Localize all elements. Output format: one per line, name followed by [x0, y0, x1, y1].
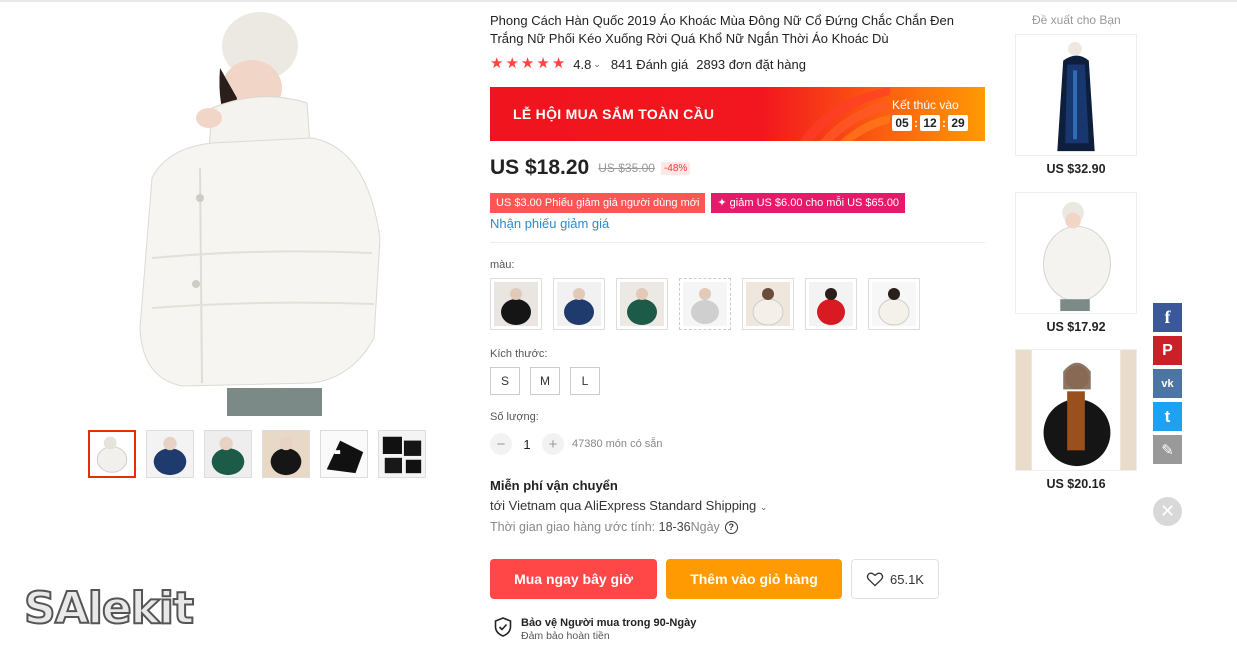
thumbnail-1[interactable] [88, 430, 136, 478]
original-price: US $35.00 [598, 161, 655, 175]
vk-icon[interactable]: vk [1153, 369, 1182, 398]
quantity-value[interactable]: 1 [512, 437, 542, 452]
recommendation-card[interactable]: US $32.90 [1015, 34, 1137, 176]
quantity-plus-button[interactable]: + [542, 433, 564, 455]
delivery-time-unit: Ngày [690, 520, 720, 534]
protection-text: Bảo vệ Người mua trong 90-Ngày Đảm bảo h… [521, 617, 696, 643]
recommendation-price: US $17.92 [1046, 320, 1106, 334]
shield-icon [494, 617, 512, 637]
countdown-timer: 05 : 12 : 29 [892, 115, 968, 131]
chevron-down-icon[interactable]: ⌄ [593, 59, 601, 70]
star-icon: ★ [505, 55, 519, 72]
wishlist-button[interactable]: 65.1K [851, 559, 939, 599]
thumbnail-5[interactable] [320, 430, 368, 478]
shipping-title: Miễn phí vận chuyển [490, 478, 618, 493]
buyer-protection: Bảo vệ Người mua trong 90-Ngày Đảm bảo h… [494, 617, 696, 643]
size-option-s[interactable]: S [490, 367, 520, 395]
rating-stars: ★ ★ ★ ★ ★ [490, 56, 565, 72]
recommendation-image[interactable] [1015, 34, 1137, 156]
reviews-count[interactable]: 841 Đánh giá [611, 57, 688, 72]
delivery-time: Thời gian giao hàng ước tính: 18-36 Ngày … [490, 520, 738, 534]
get-coupons-link[interactable]: Nhận phiếu giảm giá [490, 216, 609, 231]
banner-ends-label: Kết thúc vào [892, 98, 959, 112]
color-option-white-beige[interactable] [742, 278, 794, 330]
thumbnail-3[interactable] [204, 430, 252, 478]
shipping-method[interactable]: tới Vietnam qua AliExpress Standard Ship… [490, 498, 767, 513]
size-options: S M L [490, 367, 600, 395]
add-to-cart-button[interactable]: Thêm vào giỏ hàng [666, 559, 842, 599]
banner-title: LỄ HỘI MUA SẮM TOÀN CẦU [513, 106, 715, 122]
quantity-stepper: − 1 + 47380 món có sẵn [490, 433, 663, 455]
edit-icon[interactable]: ✎ [1153, 435, 1182, 464]
countdown-seconds: 29 [948, 115, 968, 131]
coupon-row: US $3.00 Phiếu giảm giá người dùng mới ✦… [490, 193, 906, 213]
color-option-cream[interactable] [868, 278, 920, 330]
thumbnail-4[interactable] [262, 430, 310, 478]
delivery-time-value: 18-36 [658, 520, 691, 534]
recommendation-price: US $32.90 [1046, 162, 1106, 176]
discount-badge: -48% [660, 161, 691, 175]
wishlist-count: 65.1K [890, 571, 924, 587]
delivery-time-label: Thời gian giao hàng ước tính: [490, 520, 656, 534]
current-price: US $18.20 [490, 156, 590, 179]
recommendations-title: Đề xuất cho Bạn [1032, 13, 1121, 27]
top-divider [0, 0, 1237, 2]
recommendation-price: US $20.16 [1046, 477, 1106, 491]
color-option-red[interactable] [805, 278, 857, 330]
color-option-black[interactable] [490, 278, 542, 330]
quantity-minus-button[interactable]: − [490, 433, 512, 455]
orders-count: 2893 đơn đặt hàng [696, 56, 806, 72]
divider [490, 242, 985, 243]
color-label: màu: [490, 259, 515, 271]
pinterest-icon[interactable]: P [1153, 336, 1182, 365]
star-icon: ★ [551, 55, 566, 72]
countdown-separator: : [942, 116, 946, 130]
recommendation-image[interactable] [1015, 349, 1137, 471]
price-row: US $18.20 US $35.00 -48% [490, 156, 691, 180]
star-icon: ★ [490, 55, 504, 72]
thumbnail-2[interactable] [146, 430, 194, 478]
new-user-coupon[interactable]: US $3.00 Phiếu giảm giá người dùng mới [490, 193, 706, 213]
color-option-green[interactable] [616, 278, 668, 330]
shipping-method-text: tới Vietnam qua AliExpress Standard Ship… [490, 498, 757, 513]
size-option-l[interactable]: L [570, 367, 600, 395]
star-icon: ★ [520, 55, 535, 72]
star-icon: ★ [536, 55, 550, 72]
countdown-minutes: 12 [920, 115, 940, 131]
watermark-logo: SAlekit [23, 582, 195, 635]
help-icon[interactable]: ? [724, 520, 738, 534]
facebook-icon[interactable]: f [1153, 303, 1182, 332]
heart-icon [866, 572, 884, 587]
protection-title: Bảo vệ Người mua trong 90-Ngày [521, 617, 697, 629]
quantity-label: Số lượng: [490, 411, 539, 423]
product-title: Phong Cách Hàn Quốc 2019 Áo Khoác Mùa Đô… [490, 13, 955, 46]
buy-now-button[interactable]: Mua ngay bây giờ [490, 559, 657, 599]
size-label: Kích thước: [490, 348, 548, 360]
color-option-navy[interactable] [553, 278, 605, 330]
image-thumbnails [88, 430, 426, 478]
main-product-image [112, 8, 412, 418]
close-icon[interactable]: ✕ [1153, 497, 1182, 526]
twitter-icon[interactable]: t [1153, 402, 1182, 431]
recommendation-card[interactable]: US $17.92 [1015, 192, 1137, 334]
size-option-m[interactable]: M [530, 367, 560, 395]
rating-row: ★ ★ ★ ★ ★ 4.8 ⌄ 841 Đánh giá 2893 đơn đặ… [490, 56, 806, 72]
countdown-separator: : [914, 116, 918, 130]
color-options [490, 278, 920, 330]
store-coupon[interactable]: ✦ giảm US $6.00 cho mỗi US $65.00 [711, 193, 906, 213]
promo-banner[interactable]: LỄ HỘI MUA SẮM TOÀN CẦU Kết thúc vào 05 … [490, 87, 985, 141]
color-option-grey[interactable] [679, 278, 731, 330]
rating-value[interactable]: 4.8 [573, 57, 591, 72]
share-bar: f P vk t ✎ [1153, 303, 1182, 464]
chevron-down-icon: ⌄ [759, 502, 768, 512]
countdown-hours: 05 [892, 115, 912, 131]
recommendation-image[interactable] [1015, 192, 1137, 314]
recommendation-card[interactable]: US $20.16 [1015, 349, 1137, 491]
thumbnail-6[interactable] [378, 430, 426, 478]
banner-decoration [800, 87, 890, 141]
stock-available: 47380 món có sẵn [572, 438, 663, 450]
protection-subtitle: Đảm bảo hoàn tiền [521, 630, 610, 642]
